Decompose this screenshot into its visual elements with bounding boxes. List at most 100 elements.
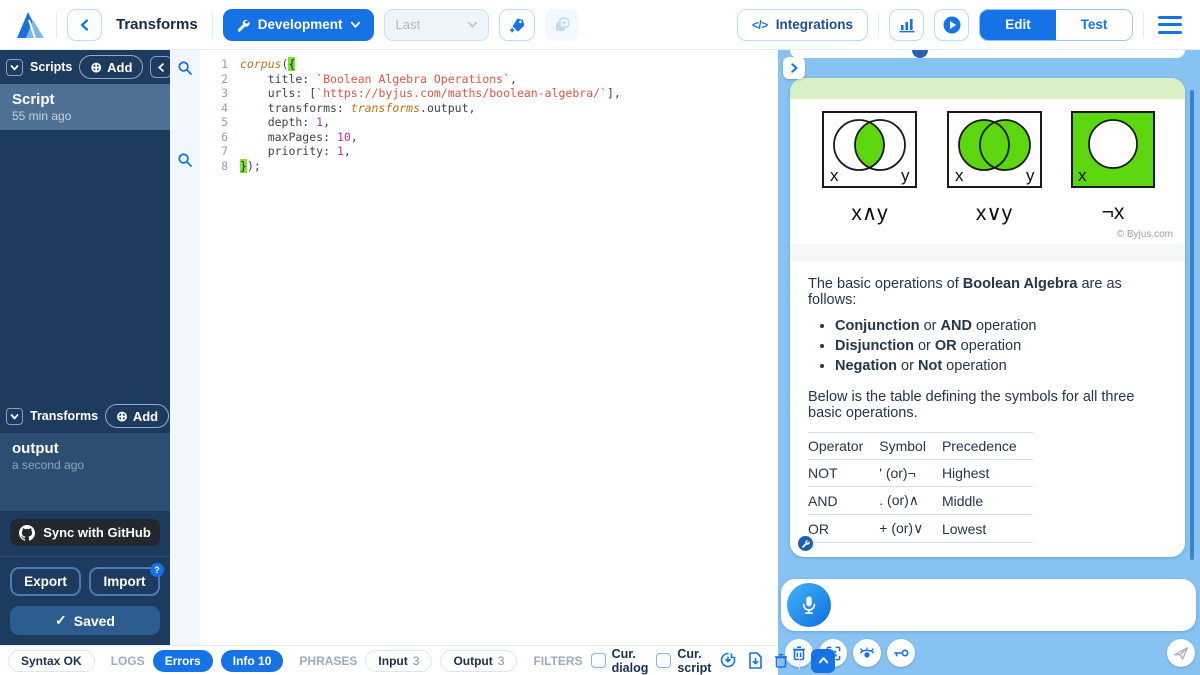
add-label: Add [107, 60, 132, 75]
venn-label: x∨y [976, 201, 1012, 226]
version-select[interactable]: Last [384, 9, 489, 41]
add-transform-button[interactable]: ⊕ Add [105, 404, 169, 428]
venn-label: ¬x [1102, 201, 1125, 225]
errors-filter-badge[interactable]: Errors [153, 650, 213, 672]
expand-chevron-icon [789, 63, 799, 73]
code-line[interactable]: 6 maxPages: 10, [200, 130, 778, 145]
filters-label: FILTERS [533, 654, 582, 668]
code-line[interactable]: 8}); [200, 159, 778, 174]
debug-view-button[interactable] [853, 639, 881, 667]
cur-script-filter[interactable]: Cur. script [656, 647, 711, 675]
back-button[interactable] [67, 9, 102, 41]
transforms-header-label: Transforms [30, 409, 98, 423]
table-row: OR+ (or)∨Lowest [808, 515, 1033, 543]
divider [1143, 12, 1144, 38]
input-count: 3 [413, 654, 420, 668]
auth-key-button[interactable] [887, 639, 915, 667]
scripts-section-header: Scripts ⊕ Add [0, 50, 170, 84]
wrench-icon [801, 539, 810, 548]
microphone-button[interactable] [787, 583, 831, 627]
output-phrases-badge[interactable]: Output3 [440, 650, 517, 672]
add-label: Add [133, 409, 158, 424]
analytics-icon [898, 17, 916, 33]
github-label: Sync with GitHub [43, 525, 151, 540]
integrations-button[interactable]: </> Integrations [737, 9, 868, 41]
divider [56, 12, 57, 38]
check-icon: ✓ [55, 612, 67, 629]
chevron-up-icon [818, 655, 829, 666]
export-button[interactable]: Export [10, 567, 81, 596]
transform-timestamp: a second ago [12, 458, 158, 472]
duplicate-button[interactable] [545, 9, 579, 41]
section-chevron-icon[interactable] [6, 59, 23, 76]
sync-github-button[interactable]: Sync with GitHub [10, 519, 160, 546]
venn-set-y: y [1026, 166, 1035, 185]
script-list-item[interactable]: Script 55 min ago [0, 84, 170, 130]
clear-logs-button[interactable] [774, 653, 788, 669]
tag-add-icon [508, 16, 526, 34]
version-placeholder: Last [395, 17, 420, 32]
scripts-header-label: Scripts [30, 60, 72, 74]
search-icon[interactable] [177, 152, 193, 168]
operations-list: Conjunction or AND operationDisjunction … [835, 318, 1167, 374]
panel-scrollbar[interactable] [1190, 90, 1194, 560]
table-cell: NOT [808, 460, 879, 487]
code-line[interactable]: 1corpus({ [200, 57, 778, 72]
code-text: corpus({ [240, 57, 295, 72]
search-icon[interactable] [177, 60, 193, 76]
table-note: Below is the table defining the symbols … [808, 389, 1167, 421]
code-text: maxPages: 10, [240, 130, 358, 145]
expand-panel-button[interactable] [783, 57, 805, 79]
checkbox[interactable] [656, 653, 671, 668]
divider [799, 652, 800, 670]
send-button[interactable] [1167, 639, 1195, 667]
wrench-icon [236, 18, 250, 32]
venn-not: x ¬x [1071, 111, 1155, 226]
play-icon [942, 15, 962, 35]
info-filter-badge[interactable]: Info 10 [221, 650, 284, 672]
symbols-table: OperatorSymbolPrecedence NOT' (or)¬Highe… [808, 432, 1033, 543]
tab-test[interactable]: Test [1056, 10, 1132, 40]
code-line[interactable]: 2 title: `Boolean Algebra Operations`, [200, 72, 778, 87]
transforms-list: output a second ago [0, 433, 170, 511]
checkbox[interactable] [591, 653, 606, 668]
add-script-button[interactable]: ⊕ Add [79, 55, 143, 79]
input-phrases-badge[interactable]: Input3 [365, 650, 432, 672]
statusbar-actions [719, 649, 835, 673]
help-badge[interactable]: ? [150, 563, 164, 577]
card-header-strip [790, 78, 1185, 99]
collapse-logs-button[interactable] [811, 649, 835, 673]
line-number: 5 [200, 115, 240, 130]
code-line[interactable]: 5 depth: 1, [200, 115, 778, 130]
download-script-button[interactable] [748, 652, 763, 669]
code-line[interactable]: 3 urls: [`https://byjus.com/maths/boolea… [200, 86, 778, 101]
import-button[interactable]: Import ? [89, 567, 160, 596]
transform-name: output [12, 440, 158, 457]
sidebar-spacer [0, 130, 170, 399]
tab-edit[interactable]: Edit [980, 10, 1056, 40]
image-credit: © Byjus.com [790, 229, 1185, 240]
saved-button[interactable]: ✓ Saved [10, 606, 160, 635]
code-editor[interactable]: 1corpus({2 title: `Boolean Algebra Opera… [200, 50, 778, 645]
code-line[interactable]: 7 priority: 1, [200, 144, 778, 159]
cur-dialog-label: Cur. dialog [612, 647, 649, 675]
integrations-label: Integrations [776, 17, 853, 32]
export-dialog-button[interactable] [719, 652, 737, 669]
code-line[interactable]: 4 transforms: transforms.output, [200, 101, 778, 116]
transform-wrench-badge [798, 536, 813, 551]
tag-version-button[interactable] [499, 9, 535, 41]
analytics-button[interactable] [889, 9, 924, 41]
section-chevron-icon[interactable] [6, 408, 23, 425]
environment-dropdown[interactable]: Development [223, 9, 375, 41]
transform-wrench-badge [912, 50, 928, 58]
chat-input-box[interactable] [781, 579, 1196, 631]
run-button[interactable] [934, 9, 969, 41]
add-icon: ⊕ [90, 60, 102, 74]
table-cell: Lowest [942, 515, 1033, 543]
topbar-right-group: </> Integrations Edit Test [737, 9, 1186, 41]
operation-item: Negation or Not operation [835, 358, 1167, 374]
hamburger-menu-icon[interactable] [1154, 12, 1186, 38]
table-cell: OR [808, 515, 879, 543]
cur-dialog-filter[interactable]: Cur. dialog [591, 647, 649, 675]
transform-list-item[interactable]: output a second ago [0, 433, 170, 479]
